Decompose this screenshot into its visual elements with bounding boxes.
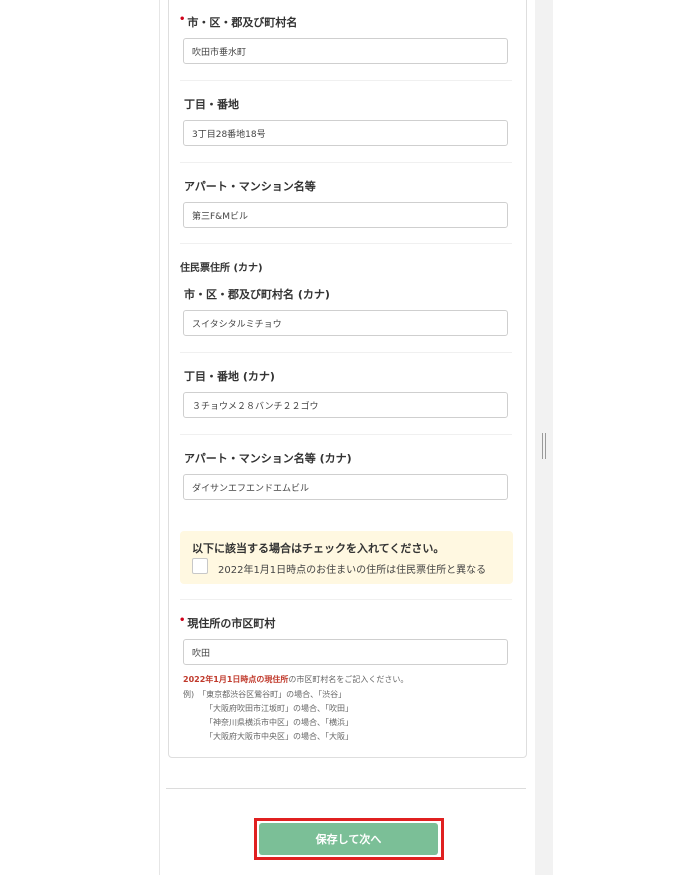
divider [180, 352, 512, 353]
required-marker: • [179, 615, 186, 626]
current-city-label: • 現住所の市区町村 [179, 615, 276, 630]
notice-box [180, 531, 513, 584]
resize-handle[interactable] [542, 433, 546, 459]
help-example: 「大阪府大阪市中央区」の場合、「大阪」 [205, 732, 353, 741]
city-kana-input[interactable] [183, 310, 508, 336]
notice-title: 以下に該当する場合はチェックを入れてください。 [192, 542, 445, 555]
building-input[interactable] [183, 202, 508, 228]
city-input[interactable] [183, 38, 508, 64]
checkbox-label[interactable]: 2022年1月1日時点のお住まいの住所は住民票住所と異なる [218, 561, 486, 576]
footer-divider [166, 788, 526, 789]
current-city-input[interactable] [183, 639, 508, 665]
building-kana-label: アパート・マンション名等 (カナ) [184, 452, 352, 465]
divider [180, 162, 512, 163]
divider [180, 434, 512, 435]
kana-group-label: 住民票住所 (カナ) [180, 263, 263, 274]
divider [180, 80, 512, 81]
block-kana-label: 丁目・番地 (カナ) [184, 370, 275, 383]
divider [180, 243, 512, 244]
block-label: 丁目・番地 [184, 98, 239, 111]
help-highlight: 2022年1月1日時点の現住所 [183, 675, 289, 684]
building-kana-input[interactable] [183, 474, 508, 500]
current-city-help: 2022年1月1日時点の現住所の市区町村名をご記入ください。 [183, 674, 408, 685]
different-address-checkbox[interactable] [192, 558, 208, 574]
building-label: アパート・マンション名等 [184, 180, 316, 193]
city-kana-label: 市・区・郡及び町村名 (カナ) [184, 288, 330, 301]
save-and-next-button[interactable]: 保存して次へ [259, 823, 438, 855]
help-example: 「神奈川県横浜市中区」の場合、「横浜」 [205, 718, 353, 727]
required-marker: • [179, 14, 186, 25]
help-example: 「大阪府吹田市江坂町」の場合、「吹田」 [205, 704, 353, 713]
help-example: 例) 「東京都渋谷区鶯谷町」の場合、「渋谷」 [183, 690, 347, 699]
divider [180, 599, 512, 600]
block-kana-input[interactable] [183, 392, 508, 418]
help-text: の市区町村名をご記入ください。 [288, 675, 409, 684]
block-input[interactable] [183, 120, 508, 146]
city-label: • 市・区・郡及び町村名 [179, 14, 298, 29]
